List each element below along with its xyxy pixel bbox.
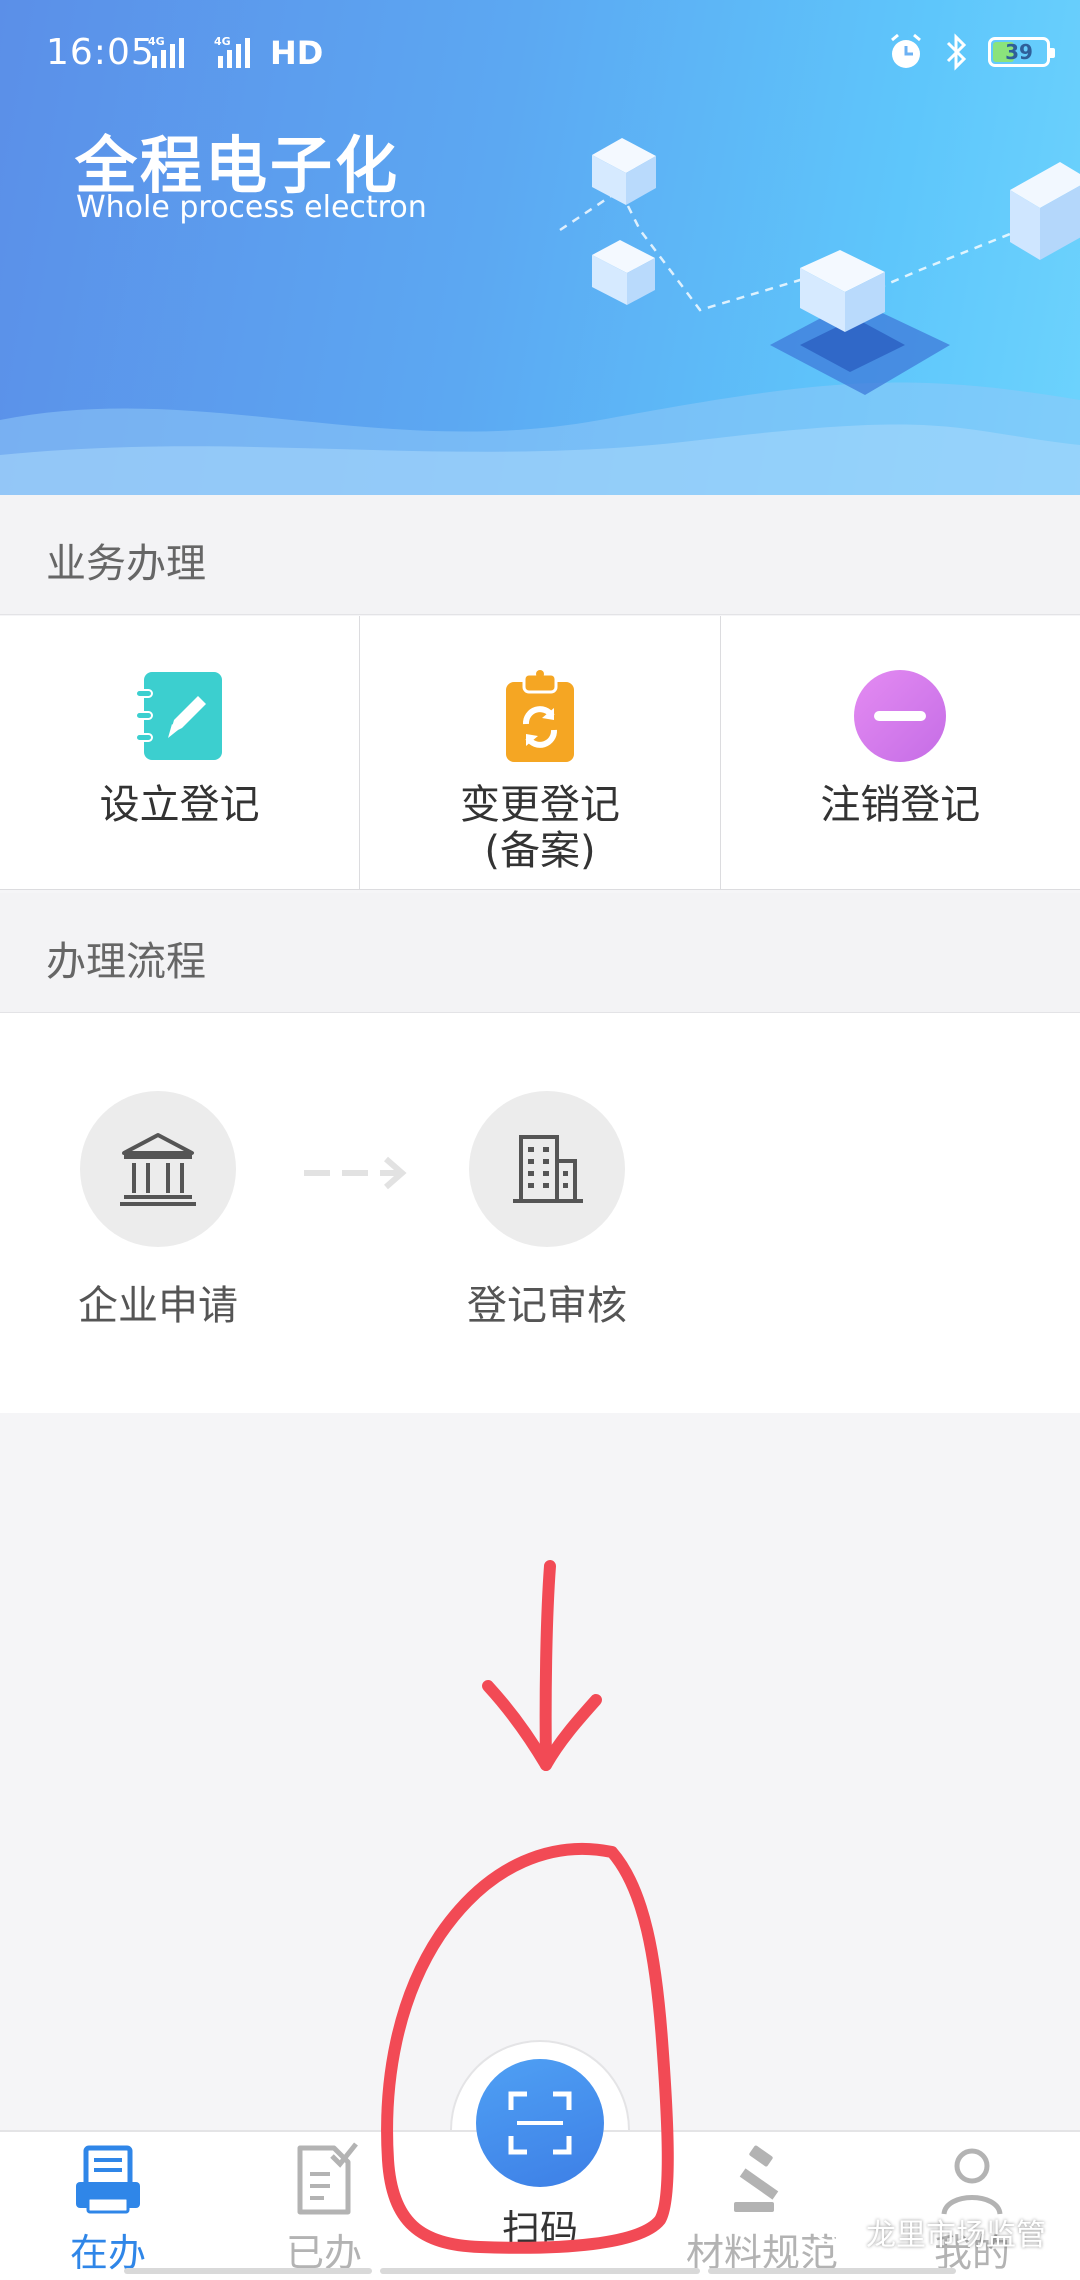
banner-subtitle: Whole process electron <box>76 190 427 225</box>
scan-icon <box>508 2091 572 2155</box>
bank-building-icon <box>120 1133 196 1206</box>
process-step-review-label: 登记审核 <box>467 1283 627 1329</box>
change-registration-label: 变更登记 (备案) <box>460 782 620 874</box>
bluetooth-icon <box>946 33 967 71</box>
svg-text:4G: 4G <box>214 35 231 48</box>
hd-indicator: HD <box>270 34 324 72</box>
signal-icon-2: 4G <box>214 35 250 68</box>
header-banner: 16:05 4G 4G HD 39 全程电子化 Whole process el… <box>0 0 1080 495</box>
status-right-icons: 39 <box>886 30 1055 74</box>
tab-underline-3 <box>708 2268 956 2274</box>
gavel-icon <box>734 2145 779 2212</box>
watermark-text: 龙里市场监管 <box>866 2218 1046 2253</box>
establish-registration-label: 设立登记 <box>99 782 260 828</box>
cancel-registration-label: 注销登记 <box>820 782 981 828</box>
clipboard-refresh-icon <box>505 670 574 762</box>
process-step-review: 登记审核 <box>437 1091 657 1331</box>
business-section-title: 业务办理 <box>46 541 206 587</box>
tab-in-progress[interactable]: 在办 <box>8 2142 208 2277</box>
business-section-header: 业务办理 <box>0 495 1080 615</box>
scan-button[interactable] <box>476 2059 604 2187</box>
wechat-icon <box>814 2217 857 2247</box>
scan-label: 扫码 <box>501 2207 578 2251</box>
business-grid: 设立登记 变更登记 (备案) 注销登记 <box>0 616 1080 890</box>
tab-underline <box>124 2268 372 2274</box>
document-check-icon <box>297 2142 358 2215</box>
minus-circle-icon <box>854 670 947 762</box>
process-step-apply: 企业申请 <box>48 1091 268 1331</box>
status-bar: 16:05 4G 4G HD 39 <box>0 0 1080 110</box>
process-step-review-circle <box>469 1091 625 1247</box>
establish-registration-button[interactable]: 设立登记 <box>0 616 361 889</box>
svg-text:4G: 4G <box>148 35 165 48</box>
battery-indicator: 39 <box>988 37 1055 67</box>
cancel-registration-button[interactable]: 注销登记 <box>721 616 1080 889</box>
printer-list-icon <box>76 2145 140 2214</box>
office-building-icon <box>513 1135 583 1203</box>
signal-icon: 4G <box>148 35 184 68</box>
alarm-icon <box>891 33 921 68</box>
change-registration-line2: (备案) <box>484 828 596 874</box>
process-arrow-icon <box>304 1156 407 1190</box>
process-panel: 企业申请 登记审核 <box>0 1013 1080 1413</box>
process-step-apply-label: 企业申请 <box>78 1283 238 1329</box>
watermark: 龙里市场监管 <box>814 2210 1046 2254</box>
status-time: 16:05 <box>46 32 155 73</box>
battery-level: 39 <box>1005 40 1033 64</box>
tab-completed[interactable]: 已办 <box>224 2142 424 2277</box>
process-step-apply-circle <box>80 1091 236 1247</box>
process-section-title: 办理流程 <box>46 939 206 985</box>
tab-underline-2 <box>380 2268 700 2274</box>
change-registration-button[interactable]: 变更登记 (备案) <box>360 616 721 889</box>
process-section-header: 办理流程 <box>0 893 1080 1013</box>
arrow-down-icon <box>482 1680 602 1771</box>
person-icon <box>941 2148 1003 2215</box>
change-registration-line1: 变更登记 <box>459 782 620 828</box>
notebook-edit-icon <box>134 672 222 760</box>
